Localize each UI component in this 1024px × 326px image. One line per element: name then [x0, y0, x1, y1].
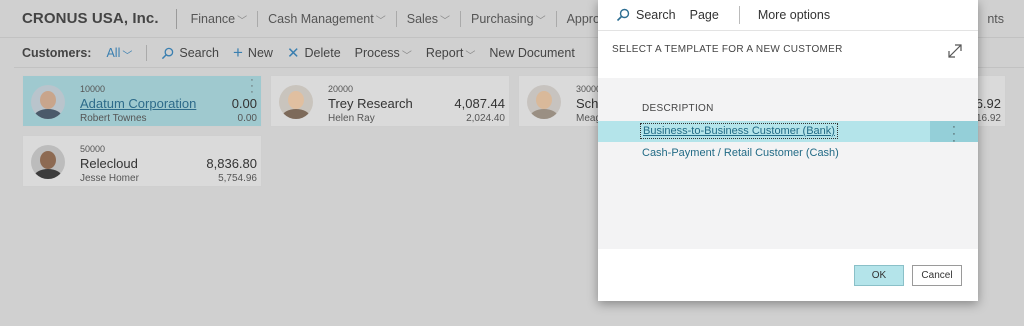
nav-sales[interactable]: Sales ﹀ [406, 11, 451, 28]
customer-number: 20000 [328, 84, 354, 94]
report-label: Report [425, 46, 464, 60]
customer-contact: Helen Ray [328, 113, 375, 124]
nav-purchasing-label: Purchasing [471, 11, 534, 26]
more-options-icon[interactable]: · · · [249, 75, 255, 98]
customer-number: 10000 [80, 84, 106, 94]
nav-purchasing[interactable]: Purchasing ﹀ [471, 11, 546, 28]
search-icon[interactable] [616, 8, 630, 22]
dialog-page-tab[interactable]: Page [690, 8, 719, 22]
role-center-nav: Finance ﹀ Cash Management ﹀ Sales ﹀ Purchas… [190, 10, 645, 28]
chevron-down-icon: ﹀ [237, 16, 248, 27]
search-icon [162, 47, 174, 59]
delete-button[interactable]: ✕ Delete [287, 44, 341, 62]
template-link[interactable]: Cash-Payment / Retail Customer (Cash) [642, 147, 839, 159]
search-button[interactable]: Search [161, 46, 219, 60]
chevron-down-icon: ﹀ [122, 50, 133, 62]
customer-tile[interactable]: 50000 Relecloud Jesse Homer 8,836.80 5,7… [22, 135, 262, 187]
divider [555, 10, 557, 27]
process-label: Process [354, 46, 400, 60]
chevron-down-icon: ﹀ [401, 50, 412, 62]
customer-balance: 4,087.44 [454, 96, 505, 111]
search-label: Search [179, 46, 219, 60]
company-name[interactable]: CRONUS USA, Inc. [22, 10, 159, 27]
divider [175, 8, 177, 29]
nav-finance[interactable]: Finance ﹀ [190, 11, 248, 28]
customer-balance-due: 5,754.96 [218, 173, 257, 184]
select-template-dialog: Search Page More options SELECT A TEMPLA… [598, 0, 978, 301]
avatar [31, 85, 65, 119]
nav-finance-label: Finance [190, 11, 236, 26]
customer-name[interactable]: Trey Research [328, 96, 413, 111]
plus-icon: + [232, 43, 243, 62]
process-menu[interactable]: Process ﹀ [354, 46, 412, 62]
expand-icon[interactable] [946, 42, 964, 60]
new-button[interactable]: + New [233, 43, 273, 63]
avatar [31, 145, 65, 179]
chevron-down-icon: ﹀ [465, 50, 476, 62]
divider [395, 10, 397, 27]
divider [257, 10, 259, 27]
row-menu-icon[interactable]: · · · [930, 121, 978, 147]
new-document-label: New Document [489, 46, 575, 60]
more-options-button[interactable]: More options [758, 8, 830, 22]
nav-cash-management[interactable]: Cash Management ﹀ [268, 11, 386, 28]
report-menu[interactable]: Report ﹀ [425, 46, 476, 62]
view-filter-label: All [106, 46, 121, 60]
close-icon: ✕ [286, 45, 300, 62]
customer-balance-due: 2,024.40 [466, 113, 505, 124]
dialog-title: SELECT A TEMPLATE FOR A NEW CUSTOMER [612, 44, 843, 55]
customer-balance-due: 0.00 [237, 113, 257, 124]
customer-name[interactable]: Adatum Corporation [80, 96, 196, 111]
template-link[interactable]: Business-to-Business Customer (Bank) [640, 123, 838, 139]
dialog-toolbar: Search Page More options [598, 0, 978, 31]
nav-cash-management-label: Cash Management [268, 11, 374, 26]
nav-overflow-item[interactable]: nts [987, 12, 1004, 26]
list-item[interactable]: Business-to-Business Customer (Bank) · · · [598, 121, 978, 147]
customer-balance: 0.00 [231, 96, 257, 111]
customer-tile[interactable]: 20000 Trey Research Helen Ray 4,087.44 2… [270, 75, 510, 127]
avatar [527, 85, 561, 119]
view-filter[interactable]: All ﹀ [106, 46, 133, 62]
customer-tile[interactable]: 10000 Adatum Corporation Robert Townes 0… [22, 75, 262, 127]
cancel-button[interactable]: Cancel [912, 265, 962, 286]
new-label: New [247, 46, 273, 60]
divider [738, 6, 740, 24]
customer-number: 50000 [80, 144, 106, 154]
customer-contact: Robert Townes [80, 113, 147, 124]
template-list: DESCRIPTION Business-to-Business Custome… [598, 78, 978, 249]
chevron-down-icon: ﹀ [535, 16, 546, 27]
avatar [279, 85, 313, 119]
dialog-search-button[interactable]: Search [636, 8, 676, 22]
delete-label: Delete [304, 46, 341, 60]
customer-balance: 8,836.80 [206, 156, 257, 171]
column-header-description[interactable]: DESCRIPTION [642, 103, 714, 114]
ok-button[interactable]: OK [854, 265, 904, 286]
page-title: Customers: [22, 46, 92, 60]
list-item[interactable]: Cash-Payment / Retail Customer (Cash) [598, 143, 978, 164]
customer-name[interactable]: Relecloud [80, 156, 138, 171]
nav-sales-label: Sales [406, 11, 439, 26]
customer-contact: Jesse Homer [80, 173, 139, 184]
new-document-menu[interactable]: New Document [489, 46, 574, 60]
customer-balance-due: 16.92 [975, 113, 1001, 124]
chevron-down-icon: ﹀ [375, 16, 386, 27]
customer-balance: 6.92 [975, 96, 1001, 111]
chevron-down-icon: ﹀ [440, 16, 451, 27]
divider [146, 45, 148, 61]
divider [460, 10, 462, 27]
